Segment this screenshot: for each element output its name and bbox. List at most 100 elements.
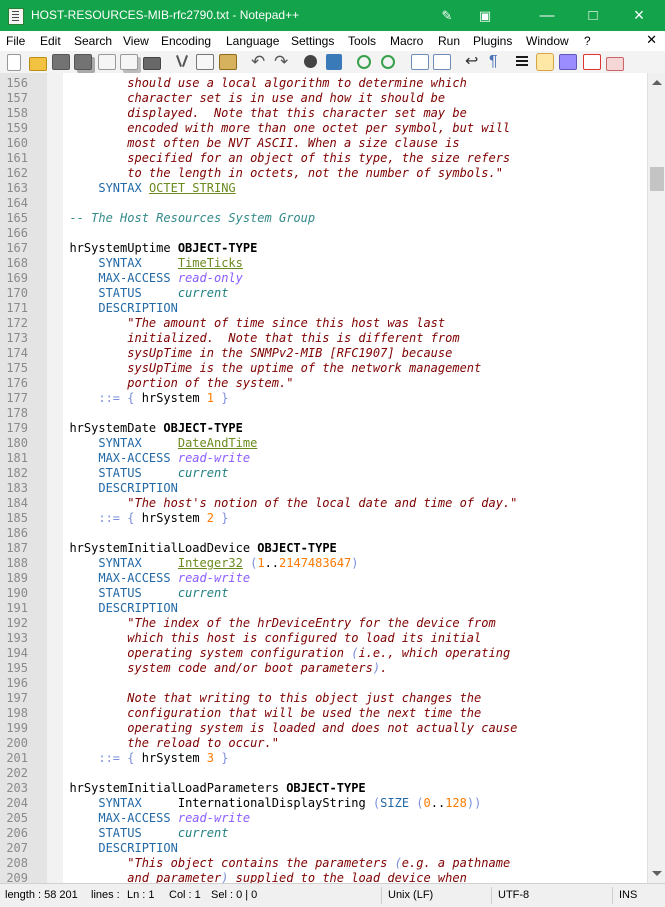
code-line[interactable]: 188 SYNTAX Integer32 (1..2147483647): [0, 556, 647, 571]
code-text[interactable]: most often be NVT ASCII. When a size cla…: [55, 136, 459, 151]
zoom-in-icon[interactable]: [357, 55, 371, 69]
code-text[interactable]: ::= { hrSystem 2 }: [55, 511, 228, 526]
code-text[interactable]: DESCRIPTION: [55, 481, 177, 496]
menu-plugins[interactable]: Plugins: [473, 33, 512, 49]
code-line[interactable]: 173 initialized. Note that this is diffe…: [0, 331, 647, 346]
code-line[interactable]: 207 DESCRIPTION: [0, 841, 647, 856]
code-line[interactable]: 199 operating system is loaded and does …: [0, 721, 647, 736]
code-text[interactable]: STATUS current: [55, 466, 228, 481]
code-line[interactable]: 193 which this host is configured to loa…: [0, 631, 647, 646]
menu-window[interactable]: Window: [526, 33, 569, 49]
code-text[interactable]: DESCRIPTION: [55, 301, 177, 316]
code-line[interactable]: 176 portion of the system.": [0, 376, 647, 391]
code-line[interactable]: 165 -- The Host Resources System Group: [0, 211, 647, 226]
menu-encoding[interactable]: Encoding: [161, 33, 211, 49]
status-insert-mode[interactable]: INS: [619, 889, 637, 901]
code-line[interactable]: 170 STATUS current: [0, 286, 647, 301]
menu-tools[interactable]: Tools: [348, 33, 376, 49]
status-encoding[interactable]: UTF-8: [498, 889, 529, 901]
code-text[interactable]: -- The Host Resources System Group: [55, 211, 315, 226]
word-wrap-icon[interactable]: ↩: [465, 54, 481, 70]
code-line[interactable]: 185 ::= { hrSystem 2 }: [0, 511, 647, 526]
code-line[interactable]: 180 SYNTAX DateAndTime: [0, 436, 647, 451]
code-text[interactable]: Note that writing to this object just ch…: [55, 691, 481, 706]
code-line[interactable]: 183 DESCRIPTION: [0, 481, 647, 496]
code-text[interactable]: hrSystemDate OBJECT-TYPE: [55, 421, 242, 436]
status-eol[interactable]: Unix (LF): [388, 889, 433, 901]
code-text[interactable]: MAX-ACCESS read-only: [55, 271, 243, 286]
code-text[interactable]: sysUpTime in the SNMPv2-MIB [RFC1907] be…: [55, 346, 452, 361]
paste-icon[interactable]: [219, 54, 237, 70]
code-line[interactable]: 178: [0, 406, 647, 421]
pin-icon[interactable]: ✎: [428, 0, 466, 31]
code-text[interactable]: STATUS current: [55, 586, 228, 601]
folder-as-workspace-icon[interactable]: [583, 54, 601, 70]
code-text[interactable]: displayed. Note that this character set …: [55, 106, 467, 121]
code-line[interactable]: 198 configuration that will be used the …: [0, 706, 647, 721]
maximize-button[interactable]: □: [570, 0, 616, 31]
save-icon[interactable]: [52, 54, 70, 70]
code-text[interactable]: specified for an object of this type, th…: [55, 151, 510, 166]
code-line[interactable]: 156 should use a local algorithm to dete…: [0, 76, 647, 91]
code-text[interactable]: SYNTAX Integer32 (1..2147483647): [55, 556, 358, 571]
code-line[interactable]: 161 specified for an object of this type…: [0, 151, 647, 166]
code-line[interactable]: 200 the reload to occur.": [0, 736, 647, 751]
code-text[interactable]: hrSystemUptime OBJECT-TYPE: [55, 241, 257, 256]
code-text[interactable]: MAX-ACCESS read-write: [55, 811, 250, 826]
code-line[interactable]: 179 hrSystemDate OBJECT-TYPE: [0, 421, 647, 436]
code-text[interactable]: sysUpTime is the uptime of the network m…: [55, 361, 481, 376]
code-line[interactable]: 162 to the length in octets, not the num…: [0, 166, 647, 181]
code-line[interactable]: 189 MAX-ACCESS read-write: [0, 571, 647, 586]
redo-icon[interactable]: ↷: [274, 53, 290, 70]
code-line[interactable]: 208 "This object contains the parameters…: [0, 856, 647, 871]
code-line[interactable]: 164: [0, 196, 647, 211]
code-text[interactable]: and parameter) supplied to the load devi…: [55, 871, 467, 883]
code-line[interactable]: 184 "The host's notion of the local date…: [0, 496, 647, 511]
code-text[interactable]: portion of the system.": [55, 376, 293, 391]
code-text[interactable]: MAX-ACCESS read-write: [55, 571, 250, 586]
code-text[interactable]: "The amount of time since this host was …: [55, 316, 445, 331]
compact-icon[interactable]: ▣: [466, 0, 504, 31]
code-line[interactable]: 187 hrSystemInitialLoadDevice OBJECT-TYP…: [0, 541, 647, 556]
code-text[interactable]: system code and/or boot parameters).: [55, 661, 387, 676]
find-icon[interactable]: [304, 55, 317, 68]
menu-help[interactable]: ?: [584, 33, 591, 49]
code-line[interactable]: 177 ::= { hrSystem 1 }: [0, 391, 647, 406]
monitor-icon[interactable]: [606, 57, 624, 71]
code-text[interactable]: configuration that will be used the next…: [55, 706, 481, 721]
new-file-icon[interactable]: [7, 54, 21, 71]
menu-view[interactable]: View: [123, 33, 149, 49]
code-text[interactable]: STATUS current: [55, 286, 228, 301]
save-all-icon[interactable]: [74, 54, 92, 70]
code-line[interactable]: 194 operating system configuration (i.e.…: [0, 646, 647, 661]
code-line[interactable]: 175 sysUpTime is the uptime of the netwo…: [0, 361, 647, 376]
code-text[interactable]: operating system is loaded and does not …: [55, 721, 517, 736]
code-line[interactable]: 157 character set is in use and how it s…: [0, 91, 647, 106]
code-line[interactable]: 192 "The index of the hrDeviceEntry for …: [0, 616, 647, 631]
close-file-icon[interactable]: [98, 54, 116, 70]
show-symbols-icon[interactable]: ¶: [489, 54, 505, 70]
code-line[interactable]: 196: [0, 676, 647, 691]
code-line[interactable]: 203 hrSystemInitialLoadParameters OBJECT…: [0, 781, 647, 796]
sync-horizontal-icon[interactable]: [433, 54, 451, 70]
code-text[interactable]: which this host is configured to load it…: [55, 631, 481, 646]
code-line[interactable]: 209 and parameter) supplied to the load …: [0, 871, 647, 883]
code-text[interactable]: the reload to occur.": [55, 736, 279, 751]
code-line[interactable]: 182 STATUS current: [0, 466, 647, 481]
print-icon[interactable]: [143, 57, 161, 70]
code-text[interactable]: MAX-ACCESS read-write: [55, 451, 250, 466]
code-text[interactable]: DESCRIPTION: [55, 601, 177, 616]
code-line[interactable]: 205 MAX-ACCESS read-write: [0, 811, 647, 826]
code-line[interactable]: 191 DESCRIPTION: [0, 601, 647, 616]
code-line[interactable]: 172 "The amount of time since this host …: [0, 316, 647, 331]
code-text[interactable]: SYNTAX InternationalDisplayString (SIZE …: [55, 796, 481, 811]
indent-guide-icon[interactable]: [514, 54, 530, 70]
code-text[interactable]: "The index of the hrDeviceEntry for the …: [55, 616, 495, 631]
undo-icon[interactable]: ↶: [251, 53, 267, 70]
copy-icon[interactable]: [196, 54, 214, 70]
document-map-icon[interactable]: [536, 53, 554, 71]
close-button[interactable]: ×: [616, 0, 662, 31]
text-editor[interactable]: 156 should use a local algorithm to dete…: [0, 73, 665, 883]
code-text[interactable]: STATUS current: [55, 826, 228, 841]
code-text[interactable]: DESCRIPTION: [55, 841, 177, 856]
